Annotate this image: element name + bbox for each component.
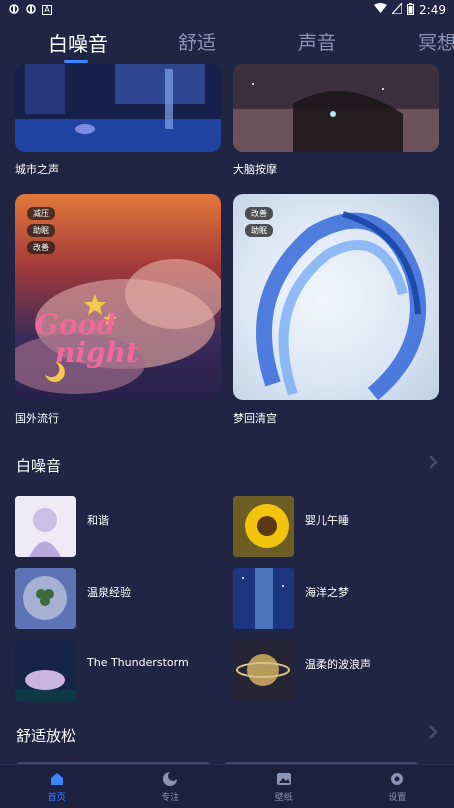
brain-massage-artwork — [233, 64, 439, 152]
nav-home[interactable]: 首页 — [0, 765, 114, 808]
section-title-white-noise: 白噪音 — [16, 457, 62, 475]
thumb-harmony[interactable] — [15, 496, 76, 557]
tag-badge: 减压 — [27, 207, 55, 220]
thumb-hot-spring[interactable] — [15, 568, 76, 629]
wifi-icon — [374, 3, 388, 17]
status-bar: A 2:49 — [0, 0, 454, 20]
category-tabs: 白噪音 舒适 声音 冥想 — [0, 24, 454, 64]
anime-girl-thumbnail — [15, 496, 76, 557]
status-left: A — [8, 3, 52, 18]
list-item-label: 婴儿午睡 — [305, 514, 349, 527]
card-label: 梦回清宫 — [233, 412, 277, 425]
notification-icon — [25, 3, 37, 18]
card-label: 城市之声 — [15, 163, 59, 176]
city-night-artwork — [15, 64, 221, 152]
tab-white-noise[interactable]: 白噪音 — [48, 28, 108, 57]
clover-thumbnail — [15, 568, 76, 629]
list-item-label: 温柔的波浪声 — [305, 658, 371, 671]
tab-sound[interactable]: 声音 — [298, 28, 336, 55]
card-foreign-pop[interactable]: Good night 减压 助眠 改善 — [15, 194, 221, 400]
tag-badge: 助眠 — [245, 224, 273, 237]
a-icon: A — [42, 5, 52, 15]
sunflower-thumbnail — [233, 496, 294, 557]
list-item-label: The Thunderstorm — [87, 656, 189, 669]
tab-comfort[interactable]: 舒适 — [178, 28, 216, 55]
card-brain-massage[interactable] — [233, 64, 439, 152]
tab-meditation[interactable]: 冥想 — [418, 28, 454, 55]
card-qing-palace[interactable]: 改善 助眠 — [233, 194, 439, 400]
battery-icon — [407, 2, 415, 18]
section-title-relax: 舒适放松 — [16, 727, 77, 745]
home-icon — [50, 772, 63, 785]
tab-indicator — [64, 60, 88, 63]
status-right: 2:49 — [374, 1, 446, 18]
chevron-right-icon[interactable] — [428, 454, 438, 474]
chevron-right-icon[interactable] — [428, 724, 438, 744]
card-label: 国外流行 — [15, 412, 59, 425]
nav-wallpaper[interactable]: 壁纸 — [227, 765, 341, 808]
night-art-text: night — [55, 336, 139, 369]
tag-badge: 改善 — [245, 207, 273, 220]
thunderstorm-thumbnail — [15, 640, 76, 701]
nav-label: 壁纸 — [274, 792, 293, 803]
list-item-label: 海洋之梦 — [305, 586, 349, 599]
ocean-thumbnail — [233, 568, 294, 629]
nav-settings[interactable]: 设置 — [341, 765, 454, 808]
nav-label: 首页 — [47, 792, 66, 803]
planet-thumbnail — [233, 640, 294, 701]
gear-icon — [391, 772, 404, 785]
image-icon — [276, 772, 291, 785]
list-item-label: 温泉经验 — [87, 586, 131, 599]
tag-badge: 改善 — [27, 241, 55, 254]
bottom-nav: 首页 专注 壁纸 设置 — [0, 764, 454, 808]
moon-icon — [163, 770, 179, 786]
thumb-thunderstorm[interactable] — [15, 640, 76, 701]
thumb-ocean-dream[interactable] — [233, 568, 294, 629]
card-city-sounds[interactable] — [15, 64, 221, 152]
clock-time: 2:49 — [419, 3, 446, 17]
nav-focus[interactable]: 专注 — [114, 765, 228, 808]
thumb-gentle-waves[interactable] — [233, 640, 294, 701]
tag-badge: 助眠 — [27, 224, 55, 237]
list-item-label: 和谐 — [87, 514, 109, 527]
nav-label: 专注 — [161, 792, 180, 803]
card-label: 大脑按摩 — [233, 163, 277, 176]
nav-label: 设置 — [388, 792, 407, 803]
notification-icon — [8, 3, 20, 18]
thumb-baby-nap[interactable] — [233, 496, 294, 557]
signal-icon — [390, 1, 403, 17]
